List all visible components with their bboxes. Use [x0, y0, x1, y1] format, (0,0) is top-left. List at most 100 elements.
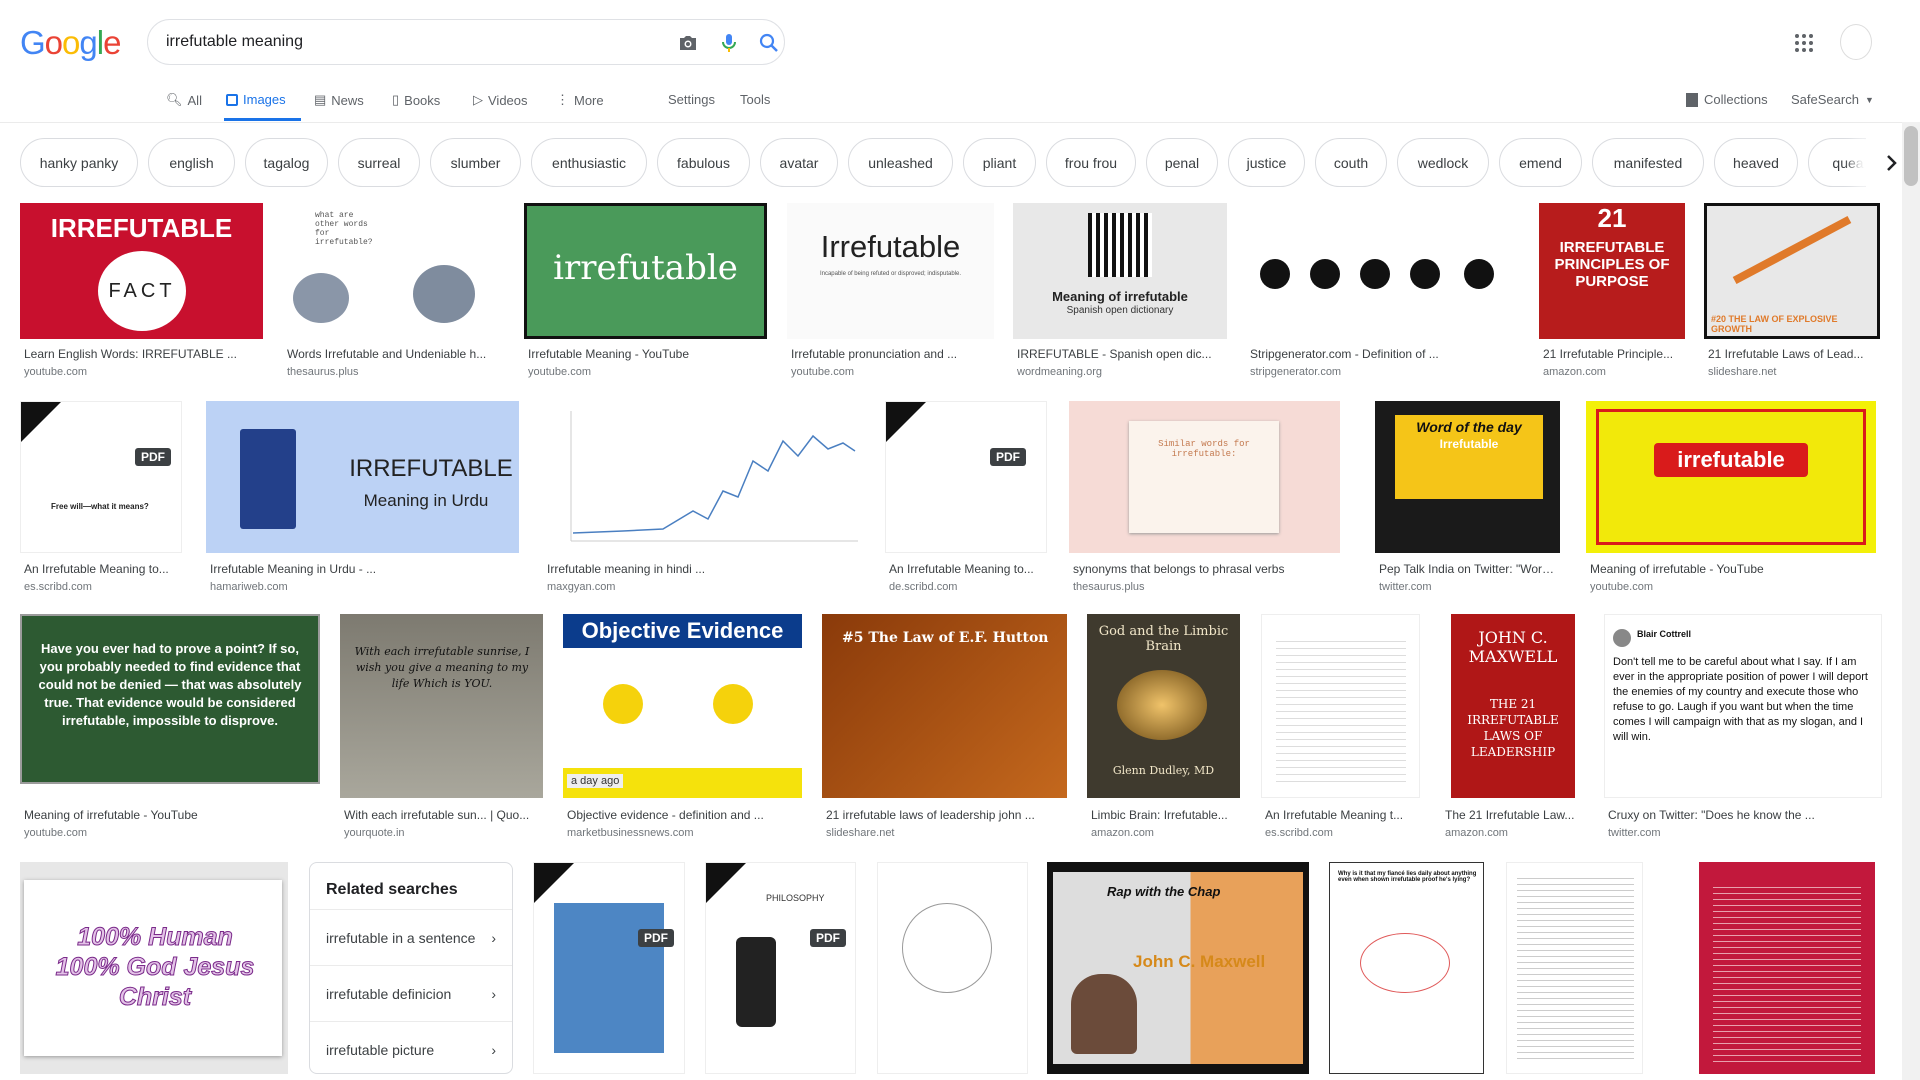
image-result[interactable]: PDF An Irrefutable Meaning to... de.scri…: [885, 401, 1047, 596]
page-fold: [534, 863, 574, 903]
image-result[interactable]: 100% Human 100% God Jesus Christ: [20, 862, 288, 1074]
search-box[interactable]: [147, 19, 785, 65]
account-avatar[interactable]: [1840, 24, 1872, 60]
chip[interactable]: enthusiastic: [531, 138, 647, 187]
brain-illustration: [1117, 670, 1207, 740]
chip[interactable]: hanky panky: [20, 138, 138, 187]
result-domain: es.scribd.com: [1265, 827, 1333, 839]
caret-down-icon: ▼: [1864, 94, 1874, 105]
image-result[interactable]: PDF: [533, 862, 685, 1074]
related-search-item[interactable]: irrefutable picture ›: [310, 1021, 512, 1077]
tab-all[interactable]: 🔍︎ All: [166, 92, 202, 108]
result-caption: An Irrefutable Meaning to...: [889, 562, 1034, 576]
image-result[interactable]: Meaning of irrefutable Spanish open dict…: [1013, 203, 1227, 380]
collections-link[interactable]: Collections: [1686, 92, 1768, 107]
microphone-icon[interactable]: [717, 31, 741, 55]
image-result[interactable]: Free will—what it means? PDF An Irrefuta…: [20, 401, 182, 596]
related-searches-panel: Related searches irrefutable in a senten…: [309, 862, 513, 1074]
related-search-item[interactable]: irrefutable definicion ›: [310, 965, 512, 1021]
chip[interactable]: manifested: [1592, 138, 1704, 187]
image-result[interactable]: Stripgenerator.com - Definition of ... s…: [1246, 203, 1518, 380]
image-result[interactable]: Blair Cottrell Don't tell me to be caref…: [1604, 614, 1882, 844]
related-searches-title: Related searches: [326, 881, 458, 898]
image-result[interactable]: Rap with the Chap John C. Maxwell: [1047, 862, 1309, 1074]
result-domain: yourquote.in: [344, 827, 405, 839]
image-result[interactable]: Have you ever had to prove a point? If s…: [20, 614, 320, 844]
result-caption: Meaning of irrefutable - YouTube: [1590, 562, 1764, 576]
chip[interactable]: surreal: [338, 138, 420, 187]
image-result[interactable]: irrefutable Irrefutable Meaning - YouTub…: [524, 203, 767, 380]
tab-more[interactable]: ⋮ More: [556, 92, 604, 108]
settings-link[interactable]: Settings: [668, 92, 715, 107]
search-icon[interactable]: [757, 31, 781, 55]
image-result[interactable]: 21 IRREFUTABLE PRINCIPLES OF PURPOSE 21 …: [1539, 203, 1685, 380]
vertical-scrollbar[interactable]: [1902, 122, 1920, 1080]
chip[interactable]: wedlock: [1397, 138, 1489, 187]
image-result[interactable]: Word of the day Irrefutable Pep Talk Ind…: [1375, 401, 1560, 596]
chip[interactable]: english: [148, 138, 235, 187]
torch-illustration: [736, 937, 776, 1027]
pdf-badge: PDF: [990, 448, 1026, 466]
result-domain: youtube.com: [528, 366, 591, 378]
result-domain: hamariweb.com: [210, 581, 288, 593]
tab-books[interactable]: ▯ Books: [392, 92, 440, 108]
image-result[interactable]: [1699, 862, 1875, 1074]
chip[interactable]: heaved: [1714, 138, 1798, 187]
result-domain: youtube.com: [24, 366, 87, 378]
safesearch-toggle[interactable]: SafeSearch ▼: [1791, 92, 1874, 107]
image-result[interactable]: God and the Limbic Brain Glenn Dudley, M…: [1087, 614, 1240, 844]
image-result[interactable]: [877, 862, 1028, 1074]
chip[interactable]: unleashed: [848, 138, 953, 187]
search-input[interactable]: [166, 31, 646, 53]
image-result[interactable]: irrefutable Meaning of irrefutable - You…: [1586, 401, 1876, 596]
image-result[interactable]: An Irrefutable Meaning t... es.scribd.co…: [1261, 614, 1420, 844]
chip[interactable]: slumber: [430, 138, 521, 187]
google-logo[interactable]: Google: [20, 24, 121, 62]
chip[interactable]: penal: [1146, 138, 1218, 187]
image-result[interactable]: Irrefutable Incapable of being refuted o…: [787, 203, 994, 380]
image-result[interactable]: Similar words for irrefutable: synonyms …: [1069, 401, 1340, 596]
chip[interactable]: couth: [1315, 138, 1387, 187]
chip[interactable]: fabulous: [657, 138, 750, 187]
result-caption: Irrefutable Meaning - YouTube: [528, 347, 689, 361]
chip[interactable]: tagalog: [245, 138, 328, 187]
document-text-lines: [1276, 635, 1406, 785]
tab-news[interactable]: ▤ News: [314, 92, 364, 108]
image-result[interactable]: JOHN C. MAXWELL THE 21 IRREFUTABLE LAWS …: [1441, 614, 1603, 844]
image-result[interactable]: With each irrefutable sunrise, I wish yo…: [340, 614, 543, 844]
result-domain: stripgenerator.com: [1250, 366, 1342, 378]
image-result[interactable]: Irrefutable meaning in hindi ... maxgyan…: [543, 401, 864, 596]
related-search-item[interactable]: irrefutable in a sentence ›: [310, 909, 512, 965]
apps-grid-icon[interactable]: [1794, 33, 1814, 53]
face-illustration: [603, 684, 643, 724]
scrollbar-thumb[interactable]: [1904, 126, 1918, 186]
chip[interactable]: pliant: [963, 138, 1036, 187]
image-result[interactable]: [1506, 862, 1643, 1074]
camera-icon[interactable]: [676, 31, 700, 55]
image-result[interactable]: #5 The Law of E.F. Hutton 21 irrefutable…: [822, 614, 1067, 844]
chip[interactable]: avatar: [760, 138, 838, 187]
result-thumbnail: PDF: [885, 401, 1047, 553]
image-result[interactable]: PHILOSOPHY PDF: [705, 862, 856, 1074]
result-thumbnail: 100% Human 100% God Jesus Christ: [20, 862, 288, 1074]
image-result[interactable]: Objective Evidence a day ago Objective e…: [563, 614, 802, 844]
result-domain: slideshare.net: [1708, 366, 1777, 378]
image-result[interactable]: #20 THE LAW OF EXPLOSIVE GROWTH 21 Irref…: [1704, 203, 1880, 380]
result-thumbnail: irrefutable: [524, 203, 767, 339]
tab-images[interactable]: Images: [226, 92, 286, 107]
image-result[interactable]: IRREFUTABLE Meaning in Urdu Irrefutable …: [206, 401, 519, 596]
tools-link[interactable]: Tools: [740, 92, 770, 107]
image-result[interactable]: Why is it that my fiancé lies daily abou…: [1329, 862, 1484, 1074]
chip[interactable]: justice: [1228, 138, 1305, 187]
image-result[interactable]: what are other words for irrefutable? Wo…: [283, 203, 505, 380]
result-thumbnail: JOHN C. MAXWELL THE 21 IRREFUTABLE LAWS …: [1441, 614, 1603, 798]
result-thumbnail: Word of the day Irrefutable: [1375, 401, 1560, 553]
image-result[interactable]: IRREFUTABLE FACT Learn English Words: IR…: [20, 203, 263, 380]
chip[interactable]: emend: [1499, 138, 1582, 187]
line-graph: [570, 411, 858, 542]
result-caption: An Irrefutable Meaning to...: [24, 562, 169, 576]
result-caption: Words Irrefutable and Undeniable h...: [287, 347, 487, 361]
tab-videos[interactable]: ▷ Videos: [473, 92, 528, 108]
chip[interactable]: frou frou: [1046, 138, 1136, 187]
result-caption: Meaning of irrefutable - YouTube: [24, 808, 198, 822]
